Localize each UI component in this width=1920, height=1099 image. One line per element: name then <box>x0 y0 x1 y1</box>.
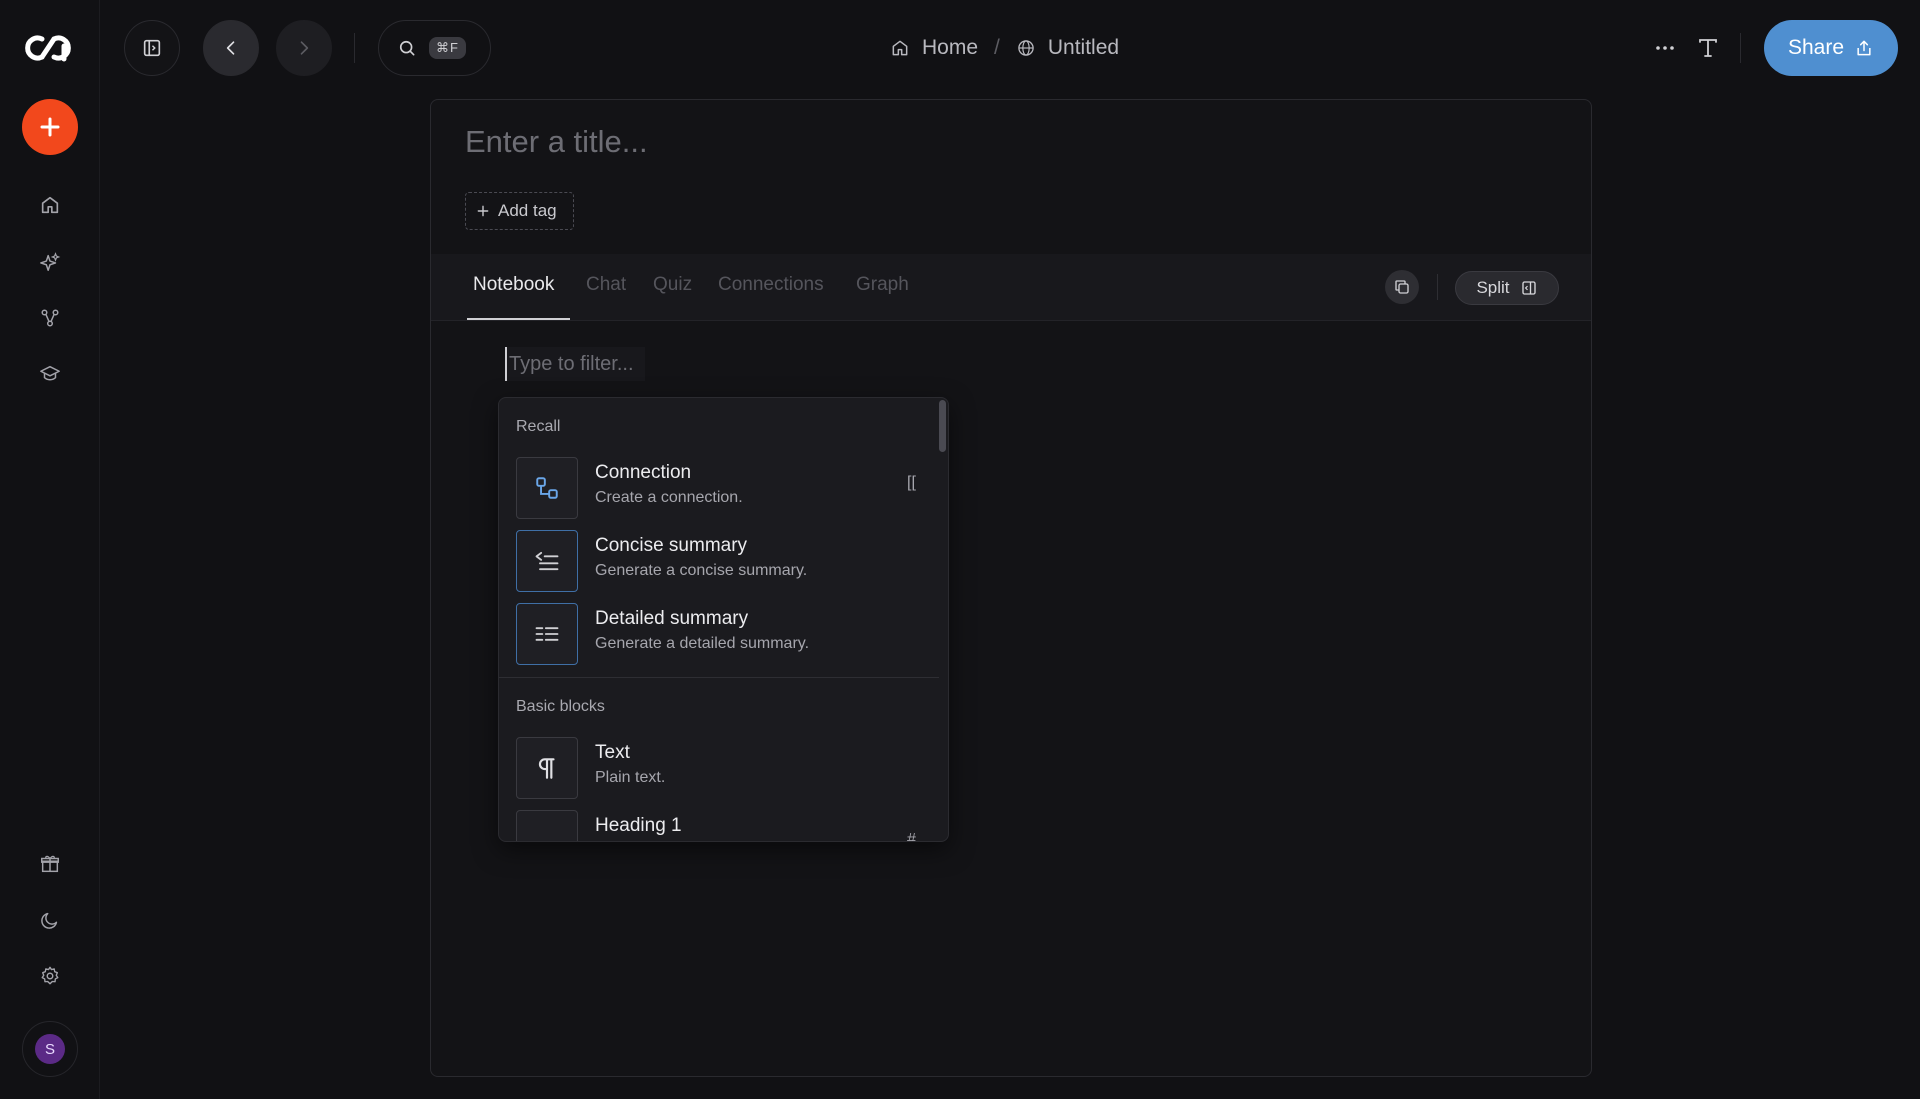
title-input[interactable]: Enter a title... <box>465 124 648 160</box>
pilcrow-icon <box>516 737 578 799</box>
breadcrumb-separator: / <box>994 36 1000 59</box>
toolbar-divider <box>1740 33 1741 63</box>
menu-section-label: Basic blocks <box>516 698 605 715</box>
more-options-button[interactable] <box>1645 28 1685 68</box>
active-tab-indicator <box>467 318 570 320</box>
menu-item-text[interactable]: Text Plain text. <box>499 732 939 802</box>
share-button-label: Share <box>1787 36 1845 59</box>
sidebar-toggle-icon <box>143 39 161 57</box>
menu-item-connection[interactable]: Connection Create a connection. [[ <box>499 452 939 522</box>
gear-icon <box>41 966 59 985</box>
heading-1-icon <box>516 810 578 841</box>
more-horizontal-icon <box>1656 46 1674 50</box>
sidebar-home-button[interactable] <box>30 185 70 225</box>
connection-icon <box>516 457 578 519</box>
search-button[interactable]: ⌘F <box>378 20 491 76</box>
detailed-summary-icon <box>516 603 578 665</box>
split-panel-icon <box>1521 281 1536 295</box>
search-icon <box>399 40 415 56</box>
menu-item-shortcut: [[ <box>907 474 916 491</box>
sidebar-gift-button[interactable] <box>30 844 70 884</box>
block-command-menu: Recall Connection Create a connection. [… <box>498 397 949 842</box>
graduation-cap-icon <box>40 365 60 381</box>
search-shortcut-badge: ⌘F <box>429 37 466 59</box>
breadcrumb-current[interactable]: Untitled <box>1048 36 1119 60</box>
text-format-button[interactable] <box>1688 28 1728 68</box>
tab-bar: Notebook Chat Quiz Connections Graph Spl… <box>431 254 1591 321</box>
menu-item-description: Plain text. <box>595 769 666 786</box>
toggle-sidebar-button[interactable] <box>124 20 180 76</box>
tab-graph[interactable]: Graph <box>856 274 909 296</box>
split-label: Split <box>1476 278 1510 297</box>
menu-item-concise-summary[interactable]: Concise summary Generate a concise summa… <box>499 525 939 595</box>
menu-item-description: Generate a concise summary. <box>595 562 808 579</box>
menu-item-description: Generate a detailed summary. <box>595 635 810 652</box>
tab-chat[interactable]: Chat <box>586 274 626 296</box>
gift-icon <box>41 855 59 873</box>
moon-icon <box>41 912 58 929</box>
breadcrumb: Home / Untitled <box>890 30 1119 66</box>
home-icon <box>892 40 908 56</box>
sidebar-graph-button[interactable] <box>30 298 70 338</box>
tab-connections[interactable]: Connections <box>718 274 824 296</box>
copy-icon <box>1395 280 1409 294</box>
menu-scrollbar[interactable] <box>939 400 946 452</box>
menu-item-title: Detailed summary <box>595 608 749 629</box>
menu-item-heading-1[interactable]: Heading 1 # <box>499 805 939 842</box>
sidebar-ai-button[interactable] <box>30 242 70 282</box>
menu-item-title: Text <box>595 742 630 763</box>
menu-item-title: Heading 1 <box>595 815 682 836</box>
menu-item-description: Create a connection. <box>595 489 743 506</box>
share-button[interactable]: Share <box>1764 20 1898 76</box>
avatar: S <box>35 1034 65 1064</box>
menu-item-title: Concise summary <box>595 535 748 556</box>
chevron-right-icon <box>300 41 309 55</box>
typography-icon <box>1699 39 1717 57</box>
home-icon <box>41 196 59 214</box>
filter-input[interactable] <box>505 347 645 381</box>
menu-section-label: Recall <box>516 418 561 435</box>
menu-section-divider <box>499 677 939 678</box>
back-button[interactable] <box>203 20 259 76</box>
menu-item-detailed-summary[interactable]: Detailed summary Generate a detailed sum… <box>499 598 939 668</box>
app-logo[interactable] <box>20 28 80 68</box>
sparkles-icon <box>40 252 61 271</box>
share-upload-icon <box>1857 40 1871 56</box>
breadcrumb-home-link[interactable]: Home <box>922 36 978 60</box>
sidebar-settings-button[interactable] <box>30 956 70 996</box>
plus-icon <box>40 117 60 137</box>
sidebar-learn-button[interactable] <box>30 354 70 394</box>
tab-bar-divider <box>1437 274 1438 300</box>
tab-quiz[interactable]: Quiz <box>653 274 692 296</box>
plus-icon <box>477 205 489 217</box>
menu-item-title: Connection <box>595 462 692 483</box>
toolbar-divider <box>354 33 355 63</box>
add-tag-button[interactable]: Add tag <box>465 192 574 230</box>
user-avatar-button[interactable]: S <box>22 1021 78 1077</box>
new-item-button[interactable] <box>22 99 78 155</box>
concise-summary-icon <box>516 530 578 592</box>
tab-notebook[interactable]: Notebook <box>473 274 554 296</box>
globe-icon <box>1018 40 1034 56</box>
forward-button[interactable] <box>276 20 332 76</box>
add-tag-label: Add tag <box>498 201 557 220</box>
split-view-button[interactable]: Split <box>1455 271 1559 305</box>
menu-item-shortcut: # <box>907 831 916 842</box>
chevron-left-icon <box>226 41 235 55</box>
sidebar-theme-button[interactable] <box>30 900 70 940</box>
copy-button[interactable] <box>1385 270 1419 304</box>
graph-nodes-icon <box>41 309 59 327</box>
